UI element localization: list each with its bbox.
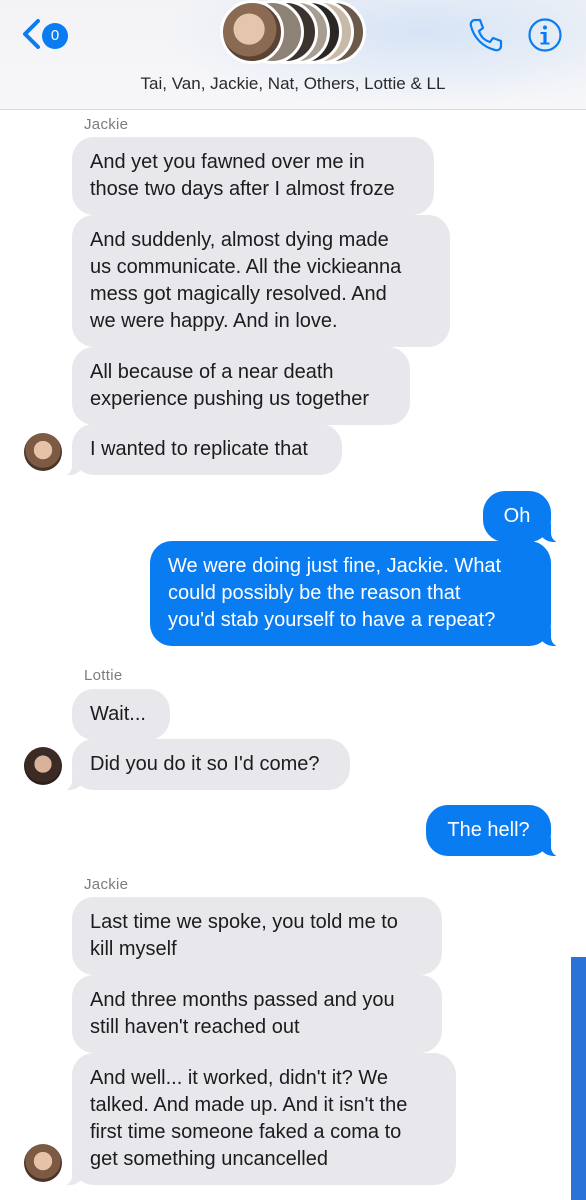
incoming-message[interactable]: And well... it worked, didn't it? We tal… bbox=[58, 1053, 456, 1186]
group-avatar-1 bbox=[220, 0, 284, 64]
info-icon bbox=[528, 18, 562, 52]
group-avatars[interactable] bbox=[220, 0, 366, 66]
incoming-message[interactable]: Wait... bbox=[72, 689, 170, 740]
incoming-message[interactable]: And suddenly, almost dying made us commu… bbox=[72, 215, 450, 347]
info-button[interactable] bbox=[527, 17, 563, 53]
scrollbar[interactable] bbox=[571, 957, 586, 1200]
incoming-message[interactable]: And yet you fawned over me in those two … bbox=[72, 137, 434, 215]
phone-icon bbox=[469, 18, 503, 52]
incoming-message[interactable]: All because of a near death experience p… bbox=[72, 347, 410, 425]
back-chevron-icon bbox=[23, 19, 40, 49]
outgoing-message[interactable]: We were doing just fine, Jackie. What co… bbox=[150, 541, 565, 647]
incoming-message[interactable]: I wanted to replicate that bbox=[58, 424, 342, 476]
sender-name: Jackie bbox=[84, 116, 129, 133]
incoming-message[interactable]: And three months passed and you still ha… bbox=[72, 975, 442, 1053]
call-button[interactable] bbox=[466, 16, 504, 54]
group-title[interactable]: Tai, Van, Jackie, Nat, Others, Lottie & … bbox=[0, 74, 586, 94]
jackie-avatar[interactable] bbox=[24, 433, 62, 471]
unread-count-badge: 0 bbox=[42, 23, 68, 49]
back-button[interactable]: 0 bbox=[20, 14, 74, 54]
sender-name: Lottie bbox=[84, 667, 123, 684]
outgoing-message[interactable]: Oh bbox=[483, 491, 565, 543]
incoming-message[interactable]: Did you do it so I'd come? bbox=[58, 739, 350, 791]
jackie-avatar[interactable] bbox=[24, 1144, 62, 1182]
incoming-message[interactable]: Last time we spoke, you told me to kill … bbox=[72, 897, 442, 975]
conversation-header: 0 Tai, Van, Jackie, Nat, Others, Lottie … bbox=[0, 0, 586, 110]
sender-name: Jackie bbox=[84, 876, 129, 893]
outgoing-message[interactable]: The hell? bbox=[426, 805, 565, 857]
lottie-avatar[interactable] bbox=[24, 747, 62, 785]
